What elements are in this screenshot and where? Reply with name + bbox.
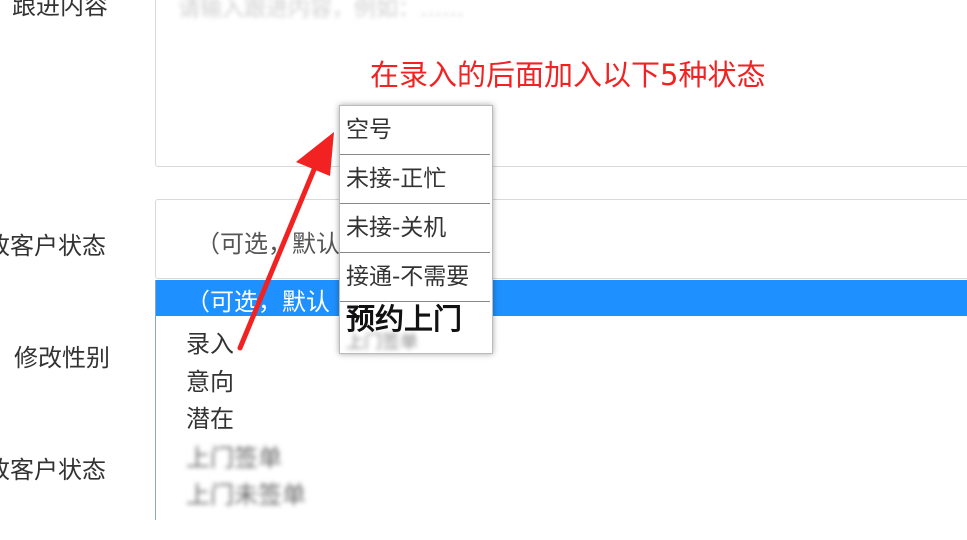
popup-blurred-item: 上门签单 <box>346 332 418 353</box>
popup-item-no-answer-off: 未接-关机 <box>340 204 490 253</box>
new-status-popup: 空号 未接-正忙 未接-关机 接通-不需要 预约上门 上门签单 <box>339 105 493 354</box>
popup-item-no-answer-busy: 未接-正忙 <box>340 155 490 204</box>
popup-item-connected-no-need: 接通-不需要 <box>340 253 490 302</box>
popup-item-empty-number: 空号 <box>340 106 490 155</box>
